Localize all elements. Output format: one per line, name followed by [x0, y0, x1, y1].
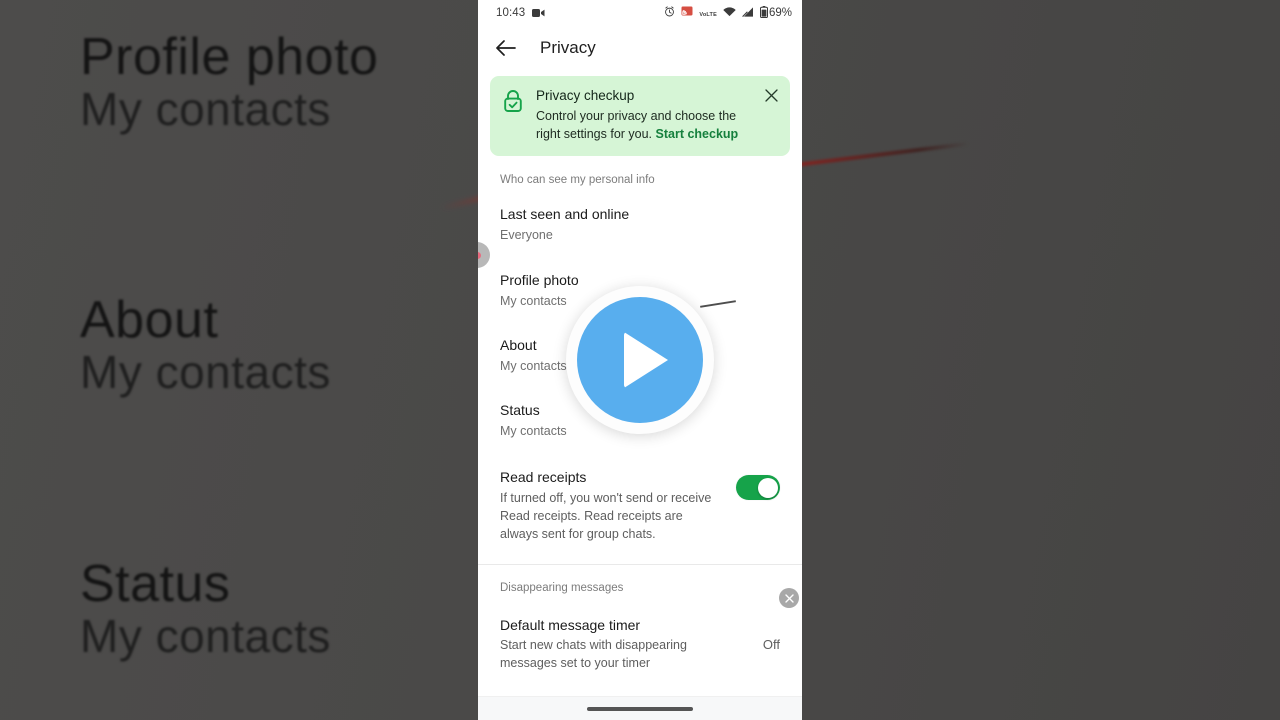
background-row-subtitle: My contacts — [80, 83, 331, 136]
lock-check-icon — [502, 88, 524, 143]
close-icon[interactable] — [762, 86, 780, 104]
battery-level: 69% — [768, 7, 792, 19]
banner-description: Control your privacy and choose the righ… — [536, 108, 762, 144]
row-description: Start new chats with disappearing messag… — [500, 638, 687, 671]
disappearing-section-label: Disappearing messages — [500, 582, 624, 595]
toggle-knob — [757, 477, 778, 498]
row-title: Last seen and online — [500, 206, 630, 223]
status-bar: 10:43 VoLTE 69% — [478, 0, 802, 26]
row-title: Read receipts — [500, 469, 587, 486]
row-default-message-timer[interactable]: Default message timer Start new chats wi… — [478, 596, 802, 673]
back-arrow-icon[interactable] — [494, 36, 518, 60]
gesture-nav-bar — [478, 696, 802, 720]
close-circle-icon[interactable] — [779, 588, 799, 608]
status-bar-icons: VoLTE 69% — [664, 5, 792, 21]
privacy-checkup-banner[interactable]: Privacy checkup Control your privacy and… — [490, 76, 790, 157]
screen-record-icon — [532, 8, 545, 18]
page-title: Privacy — [540, 38, 596, 57]
touch-indicator-dot — [478, 251, 481, 259]
read-receipts-toggle[interactable] — [736, 475, 780, 501]
read-receipts-text: Read receipts If turned off, you won't s… — [500, 469, 736, 543]
app-bar: Privacy — [478, 26, 802, 70]
play-triangle — [624, 332, 668, 388]
row-title: Default message timer — [500, 616, 641, 633]
personal-info-section-label: Who can see my personal info — [500, 174, 655, 187]
background-row-subtitle: My contacts — [80, 610, 331, 663]
battery-icon — [759, 5, 768, 21]
play-button-disc — [577, 297, 703, 423]
background-row-title: About — [80, 291, 219, 349]
background-row-title: Status — [80, 555, 231, 613]
default-timer-text: Default message timer Start new chats wi… — [500, 617, 763, 673]
gesture-nav-pill[interactable] — [587, 706, 693, 711]
play-button-icon[interactable] — [566, 286, 714, 434]
alarm-icon — [664, 6, 675, 20]
signal-icon — [742, 6, 754, 20]
banner-body: Privacy checkup Control your privacy and… — [536, 88, 778, 143]
background-row-title: Profile photo — [80, 28, 379, 86]
volte-label: VoLTE — [699, 12, 717, 18]
cast-icon — [681, 6, 693, 20]
row-description: If turned off, you won't send or receive… — [500, 490, 712, 541]
banner-title: Privacy checkup — [536, 88, 635, 103]
status-bar-time: 10:43 — [496, 7, 526, 19]
row-value: Everyone — [500, 227, 553, 242]
battery-indicator: 69% — [759, 5, 792, 21]
background-row-subtitle: My contacts — [80, 346, 331, 399]
row-value: Off — [762, 637, 780, 653]
wifi-icon — [723, 6, 736, 20]
start-checkup-link[interactable]: Start checkup — [656, 127, 739, 141]
volte-icon: VoLTE — [699, 7, 717, 19]
row-read-receipts[interactable]: Read receipts If turned off, you won't s… — [478, 440, 802, 543]
row-last-seen-and-online[interactable]: Last seen and online Everyone — [478, 188, 802, 244]
